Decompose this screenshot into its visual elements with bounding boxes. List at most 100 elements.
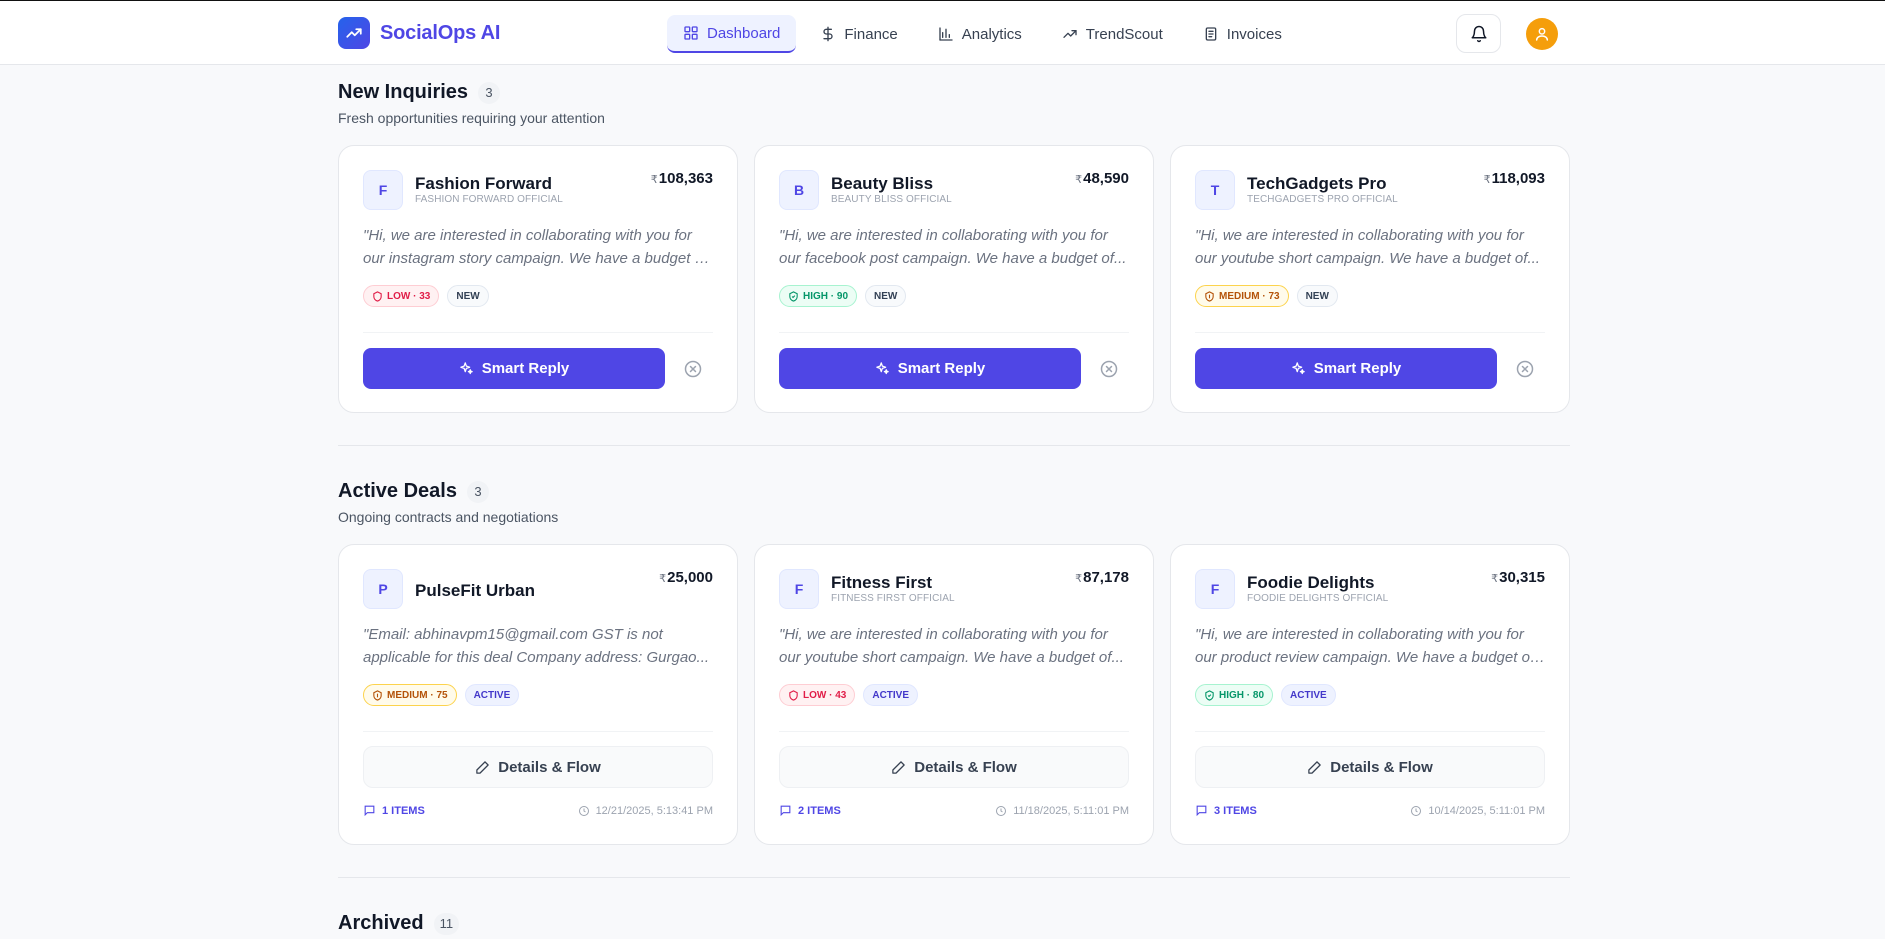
nav-finance[interactable]: Finance bbox=[804, 15, 913, 53]
message-line: "Hi, we are interested in collaborating … bbox=[779, 626, 1108, 643]
shield-check-icon bbox=[1205, 689, 1214, 701]
risk-badge: MEDIUM · 75 bbox=[363, 684, 457, 706]
risk-badge: LOW · 33 bbox=[363, 285, 440, 307]
message-icon bbox=[780, 805, 791, 817]
brand-handle: BEAUTY BLISS OFFICIAL bbox=[831, 194, 952, 205]
smart-reply-button[interactable]: Smart Reply bbox=[779, 348, 1081, 389]
timestamp-label: 10/14/2025, 5:11:01 PM bbox=[1428, 804, 1545, 817]
deal-amount: ₹30,315 bbox=[1491, 569, 1545, 586]
brand-handle: FASHION FORWARD OFFICIAL bbox=[415, 194, 563, 205]
inquiry-card[interactable]: T TechGadgets Pro TECHGADGETS PRO OFFICI… bbox=[1170, 145, 1570, 413]
brand-name: Fashion Forward bbox=[415, 174, 552, 193]
pencil-icon bbox=[476, 760, 489, 774]
amount-value: 87,178 bbox=[1083, 569, 1129, 586]
tag-row: LOW · 43 ACTIVE bbox=[779, 684, 919, 706]
smart-reply-button[interactable]: Smart Reply bbox=[1195, 348, 1497, 389]
button-label: Details & Flow bbox=[1330, 758, 1433, 776]
brand-name: TechGadgets Pro bbox=[1247, 174, 1387, 193]
app-logo[interactable]: SocialOps AI bbox=[338, 17, 500, 49]
currency-symbol: ₹ bbox=[1075, 174, 1083, 186]
section-subtitle: Fresh opportunities requiring your atten… bbox=[338, 110, 605, 126]
clock-icon bbox=[996, 805, 1007, 816]
deal-amount: ₹87,178 bbox=[1075, 569, 1129, 586]
inquiry-card[interactable]: B Beauty Bliss BEAUTY BLISS OFFICIAL ₹48… bbox=[754, 145, 1154, 413]
nav-trendscout[interactable]: TrendScout bbox=[1046, 15, 1179, 53]
currency-symbol: ₹ bbox=[659, 573, 667, 585]
pencil-icon bbox=[892, 760, 905, 774]
dismiss-icon[interactable] bbox=[1099, 359, 1119, 379]
nav-analytics[interactable]: Analytics bbox=[922, 15, 1038, 53]
nav-dashboard[interactable]: Dashboard bbox=[667, 15, 797, 53]
risk-label: LOW · 33 bbox=[387, 290, 431, 302]
notifications-button[interactable] bbox=[1456, 14, 1501, 53]
risk-label: MEDIUM · 73 bbox=[1219, 290, 1280, 302]
brand-initial: F bbox=[779, 569, 819, 609]
nav-label: Invoices bbox=[1226, 25, 1282, 43]
amount-value: 108,363 bbox=[658, 170, 713, 187]
risk-label: MEDIUM · 75 bbox=[387, 689, 448, 701]
card-footer: 2 ITEMS 11/18/2025, 5:11:01 PM bbox=[779, 804, 1129, 817]
brand-handle: FOODIE DELIGHTS OFFICIAL bbox=[1247, 593, 1389, 604]
amount-value: 48,590 bbox=[1083, 170, 1129, 187]
deal-amount: ₹108,363 bbox=[651, 170, 713, 187]
user-avatar[interactable] bbox=[1526, 18, 1558, 50]
message-line: "Hi, we are interested in collaborating … bbox=[1195, 626, 1524, 643]
nav-invoices[interactable]: Invoices bbox=[1187, 15, 1298, 53]
deal-amount: ₹118,093 bbox=[1484, 170, 1545, 187]
nav-label: Finance bbox=[844, 25, 898, 43]
brand-initial: P bbox=[363, 569, 403, 609]
app-name: SocialOps AI bbox=[380, 21, 501, 44]
risk-label: LOW · 43 bbox=[803, 689, 847, 701]
trending-up-icon bbox=[1063, 29, 1077, 38]
status-badge: ACTIVE bbox=[863, 684, 919, 706]
risk-badge: HIGH · 80 bbox=[1195, 684, 1274, 706]
shield-alert-icon bbox=[373, 689, 382, 701]
archived-header[interactable]: Archived 11 bbox=[338, 912, 460, 935]
section-divider bbox=[338, 877, 1570, 878]
details-flow-button[interactable]: Details & Flow bbox=[1195, 746, 1545, 788]
deals-header: Active Deals 3 Ongoing contracts and neg… bbox=[338, 480, 558, 525]
inquiry-card[interactable]: F Fashion Forward FASHION FORWARD OFFICI… bbox=[338, 145, 738, 413]
timestamp-label: 12/21/2025, 5:13:41 PM bbox=[595, 804, 713, 817]
card-footer: 3 ITEMS 10/14/2025, 5:11:01 PM bbox=[1195, 804, 1545, 817]
message-line: applicable for this deal Company address… bbox=[363, 649, 710, 666]
count-badge: 3 bbox=[466, 480, 489, 503]
message-preview: "Hi, we are interested in collaborating … bbox=[1195, 623, 1545, 669]
deal-card[interactable]: F Foodie Delights FOODIE DELIGHTS OFFICI… bbox=[1170, 544, 1570, 845]
items-count[interactable]: 2 ITEMS bbox=[779, 804, 841, 817]
details-flow-button[interactable]: Details & Flow bbox=[779, 746, 1129, 788]
currency-symbol: ₹ bbox=[650, 174, 658, 186]
document-icon bbox=[1205, 27, 1217, 41]
brand-initial: F bbox=[1195, 569, 1235, 609]
dismiss-icon[interactable] bbox=[1515, 359, 1535, 379]
brand-name: Foodie Delights bbox=[1247, 573, 1375, 592]
smart-reply-button[interactable]: Smart Reply bbox=[363, 348, 665, 389]
tag-row: MEDIUM · 73 NEW bbox=[1195, 285, 1338, 307]
shield-icon bbox=[789, 689, 798, 701]
divider bbox=[363, 332, 713, 333]
message-line: our facebook post campaign. We have a bu… bbox=[779, 250, 1127, 267]
main-nav: Dashboard Finance Analytics TrendScout I… bbox=[667, 15, 1298, 53]
message-icon bbox=[1196, 805, 1207, 817]
message-line: "Hi, we are interested in collaborating … bbox=[1195, 227, 1524, 244]
tag-row: LOW · 33 NEW bbox=[363, 285, 489, 307]
items-count[interactable]: 3 ITEMS bbox=[1195, 804, 1257, 817]
button-label: Smart Reply bbox=[481, 360, 570, 377]
deal-card[interactable]: F Fitness First FITNESS FIRST OFFICIAL ₹… bbox=[754, 544, 1154, 845]
message-line: our product review campaign. We have a b… bbox=[1195, 649, 1545, 666]
message-line: our youtube short campaign. We have a bu… bbox=[779, 649, 1124, 666]
currency-symbol: ₹ bbox=[1491, 573, 1499, 585]
message-preview: "Hi, we are interested in collaborating … bbox=[779, 224, 1129, 270]
divider bbox=[363, 731, 713, 732]
divider bbox=[1195, 731, 1545, 732]
message-line: "Hi, we are interested in collaborating … bbox=[779, 227, 1108, 244]
nav-label: Analytics bbox=[961, 25, 1022, 43]
message-preview: "Hi, we are interested in collaborating … bbox=[363, 224, 713, 270]
items-count[interactable]: 1 ITEMS bbox=[363, 804, 425, 817]
details-flow-button[interactable]: Details & Flow bbox=[363, 746, 713, 788]
brand-initial: T bbox=[1195, 170, 1235, 210]
dismiss-icon[interactable] bbox=[683, 359, 703, 379]
section-title: Archived bbox=[338, 912, 424, 934]
amount-value: 118,093 bbox=[1491, 170, 1545, 187]
deal-card[interactable]: P PulseFit Urban ₹25,000 "Email: abhinav… bbox=[338, 544, 738, 845]
